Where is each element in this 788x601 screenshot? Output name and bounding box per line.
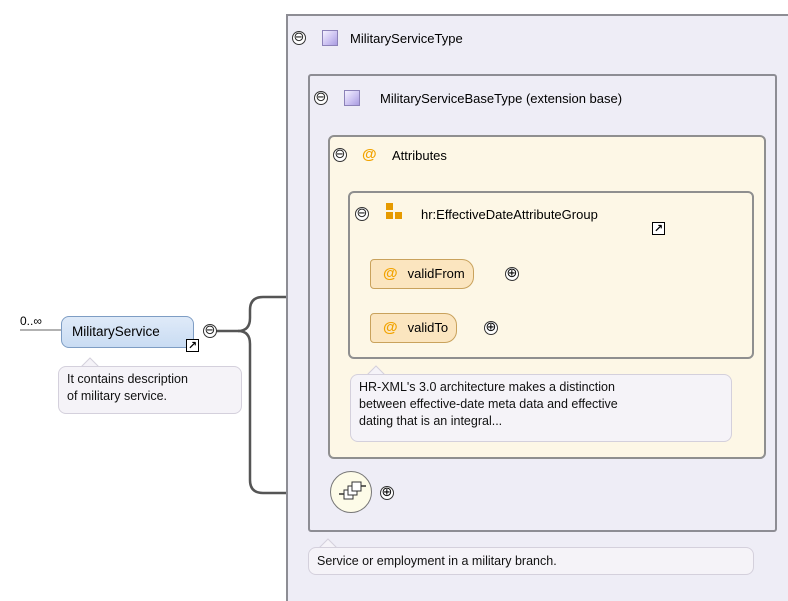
type-name: MilitaryServiceType — [350, 31, 463, 46]
element-name: MilitaryService — [72, 324, 160, 339]
collapse-attributes-icon[interactable]: ⊖ — [333, 148, 347, 162]
element-militaryservice[interactable]: MilitaryService — [61, 316, 194, 348]
attribute-icon: @ — [383, 319, 398, 336]
attributes-label: Attributes — [392, 148, 447, 163]
expand-validfrom-icon[interactable]: ⊕ — [505, 267, 519, 281]
element-cardinality: 0..∞ — [20, 314, 42, 328]
collapse-element-icon[interactable]: ⊖ — [203, 324, 217, 338]
expand-sequence-icon[interactable]: ⊕ — [380, 486, 394, 500]
attribute-validto[interactable]: @ validTo — [370, 313, 458, 343]
attribute-name: validFrom — [407, 266, 465, 281]
element-link-icon[interactable]: ↗ — [186, 339, 199, 352]
collapse-group-icon[interactable]: ⊖ — [355, 207, 369, 221]
attribute-icon: @ — [383, 265, 398, 282]
element-annotation: It contains description of military serv… — [58, 366, 242, 414]
collapse-type-icon[interactable]: ⊖ — [292, 31, 306, 45]
attribute-marker-icon: @ — [362, 146, 377, 163]
expand-validto-icon[interactable]: ⊕ — [484, 321, 498, 335]
attribute-group-icon — [386, 203, 402, 219]
attribute-group-name: hr:EffectiveDateAttributeGroup — [421, 207, 598, 222]
attribute-name: validTo — [407, 320, 449, 335]
group-link-icon[interactable]: ↗ — [652, 222, 665, 235]
collapse-base-icon[interactable]: ⊖ — [314, 91, 328, 105]
attribute-validfrom[interactable]: @ validFrom — [370, 259, 474, 289]
sequence-compositor[interactable] — [330, 471, 372, 513]
group-annotation: HR-XML's 3.0 architecture makes a distin… — [350, 374, 732, 442]
base-type-icon — [344, 90, 360, 106]
base-type-name: MilitaryServiceBaseType (extension base) — [380, 91, 623, 106]
complex-type-icon — [322, 30, 338, 46]
sequence-icon — [339, 481, 366, 500]
type-annotation: Service or employment in a military bran… — [308, 547, 754, 575]
